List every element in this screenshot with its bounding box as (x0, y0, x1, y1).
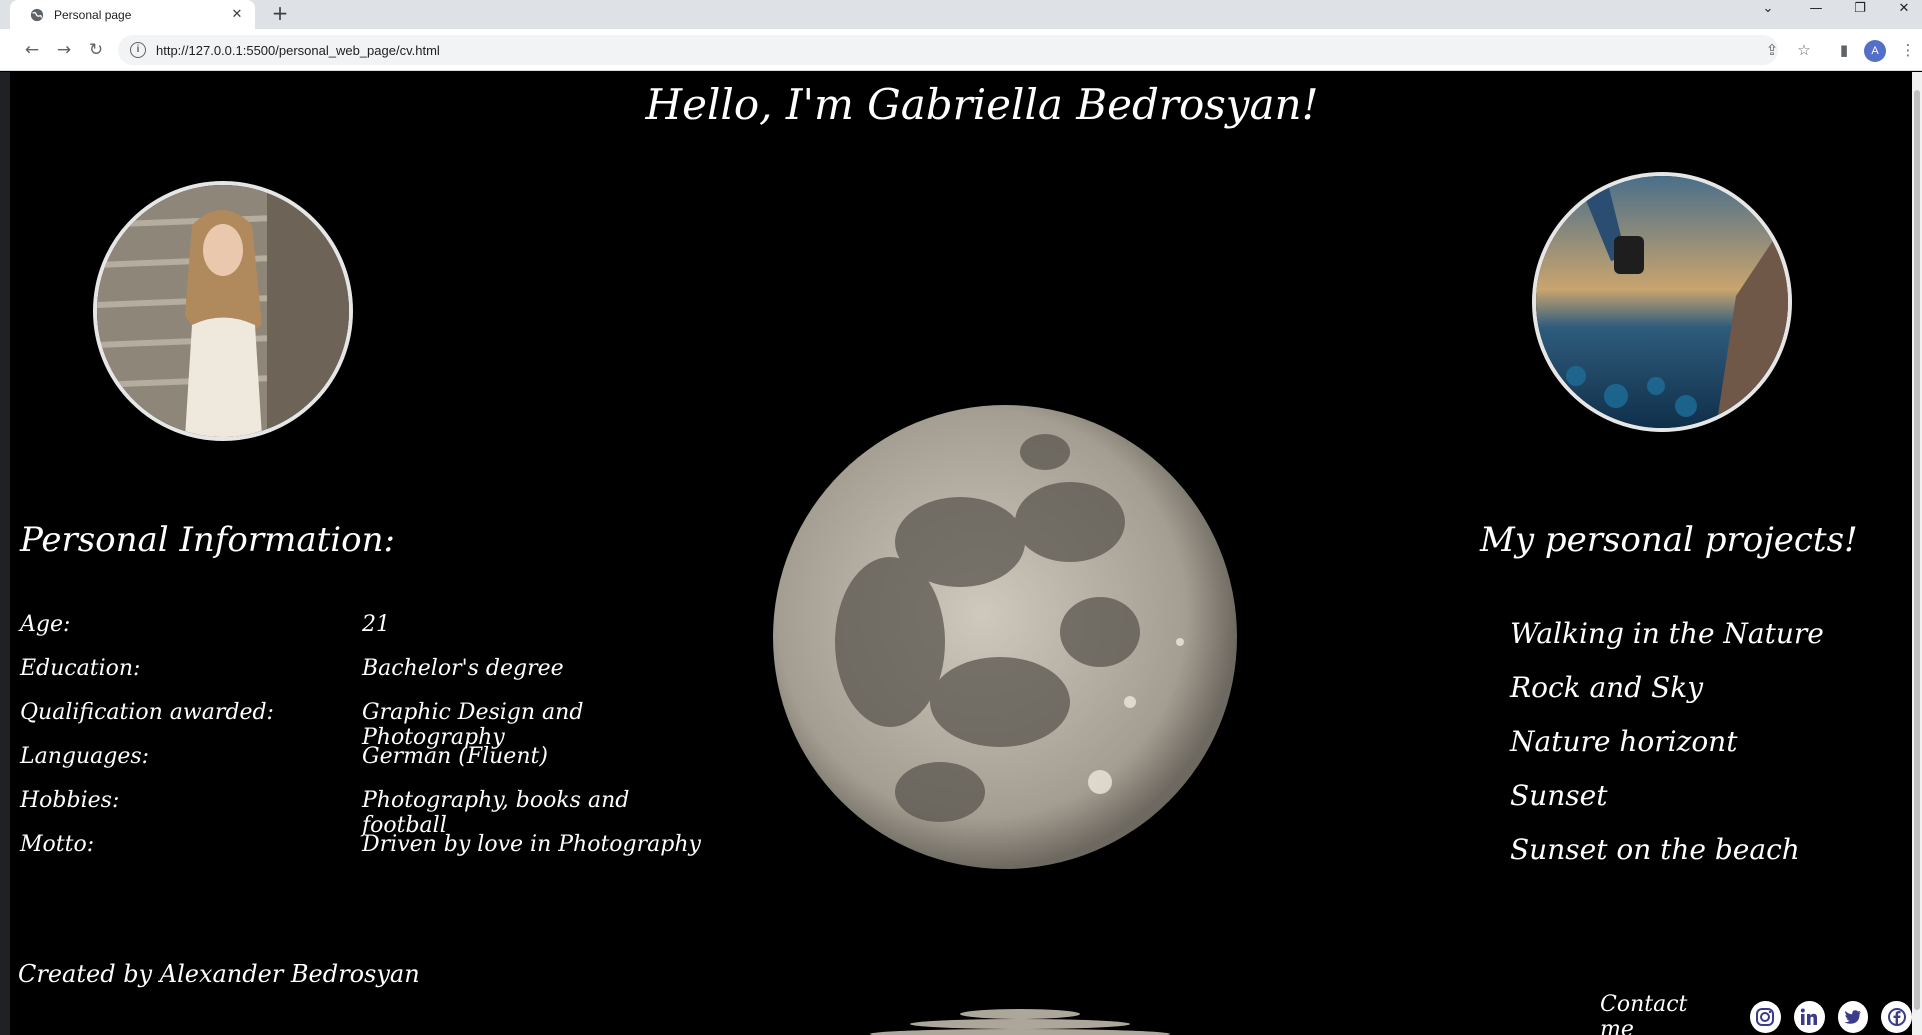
info-label: Motto: (20, 832, 95, 857)
moon-reflection (870, 1009, 1170, 1035)
menu-icon[interactable]: ⋮ (1896, 38, 1920, 62)
info-row-languages: Languages: German (Fluent) (20, 744, 720, 784)
tab-title: Personal page (54, 7, 132, 22)
info-label: Hobbies: (20, 788, 120, 813)
linkedin-icon[interactable] (1793, 1001, 1825, 1033)
web-page: Hello, I'm Gabriella Bedrosyan! Personal… (10, 72, 1912, 1035)
info-label: Languages: (20, 744, 150, 769)
address-bar: ← → ↻ i http://127.0.0.1:5500/personal_w… (0, 29, 1922, 71)
profile-photo (93, 181, 353, 441)
info-row-qualification: Qualification awarded: Graphic Design an… (20, 700, 720, 750)
tab-bar: Personal page ✕ + ⌄ — ❐ ✕ (0, 0, 1922, 29)
new-tab-button[interactable]: + (268, 2, 292, 26)
info-value: German (Fluent) (362, 744, 548, 769)
facebook-icon[interactable] (1881, 1001, 1912, 1033)
moon-image (773, 405, 1237, 869)
close-window-icon[interactable]: ✕ (1884, 0, 1922, 20)
contact-label: Contact me (1600, 992, 1688, 1035)
credit-text: Created by Alexander Bedrosyan (18, 960, 420, 988)
page-title: Hello, I'm Gabriella Bedrosyan! (645, 80, 1319, 129)
profile-avatar[interactable]: A (1864, 40, 1886, 62)
project-link-sunset-beach[interactable]: Sunset on the beach (1510, 833, 1800, 866)
info-row-education: Education: Bachelor's degree (20, 656, 720, 696)
projects-heading: My personal projects! (1480, 520, 1858, 560)
info-value: Driven by love in Photography (362, 832, 701, 857)
info-value: Bachelor's degree (362, 656, 564, 681)
info-value: Photography, books and football (362, 788, 630, 838)
portrait-image (97, 185, 349, 437)
info-value: 21 (362, 612, 390, 637)
info-row-hobbies: Hobbies: Photography, books and football (20, 788, 720, 838)
landscape-image (1536, 176, 1788, 428)
share-icon[interactable]: ⇪ (1760, 38, 1784, 62)
project-link-walking-nature[interactable]: Walking in the Nature (1510, 617, 1824, 650)
info-label: Qualification awarded: (20, 700, 274, 725)
minimize-icon[interactable]: — (1796, 0, 1836, 20)
restore-icon[interactable]: ❐ (1840, 0, 1880, 20)
browser-tab[interactable]: Personal page ✕ (10, 0, 255, 29)
personal-info-heading: Personal Information: (20, 520, 395, 560)
info-row-motto: Motto: Driven by love in Photography (20, 832, 720, 872)
url-text[interactable]: http://127.0.0.1:5500/personal_web_page/… (156, 43, 440, 58)
tab-search-icon[interactable]: ⌄ (1748, 0, 1788, 20)
close-tab-icon[interactable]: ✕ (229, 7, 245, 22)
globe-icon (30, 8, 44, 21)
info-row-age: Age: 21 (20, 612, 720, 652)
info-label: Age: (20, 612, 71, 637)
omnibox[interactable]: i http://127.0.0.1:5500/personal_web_pag… (118, 35, 1778, 65)
star-icon[interactable]: ☆ (1792, 38, 1816, 62)
project-link-rock-sky[interactable]: Rock and Sky (1510, 671, 1703, 704)
forward-icon[interactable]: → (52, 38, 76, 62)
instagram-icon[interactable] (1750, 1001, 1781, 1033)
twitter-icon[interactable] (1837, 1001, 1869, 1033)
back-icon[interactable]: ← (20, 38, 44, 62)
info-value: Graphic Design and Photography (362, 700, 584, 750)
site-info-icon[interactable]: i (130, 42, 146, 58)
project-photo (1532, 172, 1792, 432)
left-edge (0, 72, 10, 1035)
scrollbar-thumb[interactable] (1914, 90, 1920, 1010)
info-label: Education: (20, 656, 141, 681)
reload-icon[interactable]: ↻ (84, 38, 108, 62)
contact-section: Contact me (1600, 992, 1912, 1035)
project-link-nature-horizont[interactable]: Nature horizont (1510, 725, 1737, 758)
project-link-sunset[interactable]: Sunset (1510, 779, 1607, 812)
side-panel-icon[interactable]: ▮ (1832, 38, 1856, 62)
